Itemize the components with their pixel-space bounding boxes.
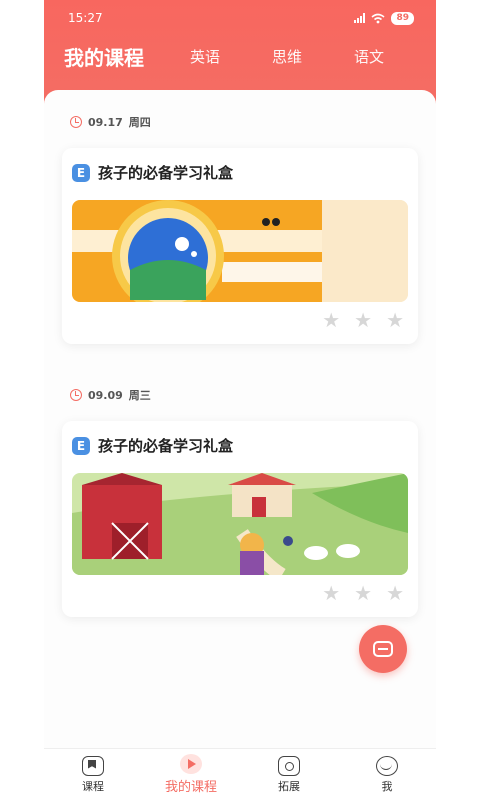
play-icon (180, 754, 202, 774)
course-card[interactable]: E 孩子的必备学习礼盒 ★ ★ ★ (62, 421, 418, 617)
english-badge-icon: E (72, 436, 90, 455)
nav-label: 我 (381, 779, 393, 793)
course-weekday: 周三 (128, 389, 151, 402)
profile-icon (376, 755, 398, 776)
star-icon: ★ (322, 308, 341, 332)
rating-stars: ★ ★ ★ (322, 310, 404, 330)
expand-icon (278, 755, 300, 776)
tab-my-courses[interactable]: 我的课程 (64, 42, 144, 71)
course-date: 09.17 (88, 115, 123, 129)
battery-icon: 89 (391, 11, 414, 25)
english-badge-icon: E (72, 163, 90, 182)
date-row: 09.17 周四 (70, 114, 151, 130)
nav-item-expand[interactable]: 拓展 (240, 749, 338, 800)
signal-icon (354, 13, 366, 23)
tab-chinese[interactable]: 语文 (354, 46, 384, 67)
course-date: 09.09 (88, 388, 123, 402)
rating-stars: ★ ★ ★ (322, 583, 404, 603)
nav-label: 课程 (82, 779, 104, 793)
star-icon: ★ (354, 581, 373, 605)
alarm-clock-icon (70, 389, 82, 401)
book-icon (82, 755, 104, 776)
chat-icon (373, 641, 393, 657)
tab-english[interactable]: 英语 (190, 46, 220, 67)
status-bar: 15:27 89 (68, 8, 414, 28)
nav-item-courses[interactable]: 课程 (44, 749, 142, 800)
date-row: 09.09 周三 (70, 387, 151, 403)
app-screen: 15:27 89 我的课程 英语 思维 语文 09.17 周四 E 孩子的必备学… (44, 0, 436, 800)
nav-item-me[interactable]: 我 (338, 749, 436, 800)
star-icon: ★ (386, 581, 404, 605)
alarm-clock-icon (70, 116, 82, 128)
star-icon: ★ (386, 308, 404, 332)
message-button[interactable] (359, 625, 407, 673)
subject-tabs: 我的课程 英语 思维 语文 (64, 40, 408, 72)
bottom-nav: 课程 我的课程 拓展 我 (44, 748, 436, 800)
nav-label: 拓展 (278, 779, 300, 793)
tab-thinking[interactable]: 思维 (272, 46, 302, 67)
course-banner-image (72, 473, 408, 575)
nav-item-my-courses[interactable]: 我的课程 (142, 749, 240, 800)
course-title: 孩子的必备学习礼盒 (98, 164, 234, 182)
wifi-icon (371, 13, 385, 23)
nav-label: 我的课程 (164, 780, 217, 795)
status-time: 15:27 (68, 11, 103, 25)
star-icon: ★ (354, 308, 373, 332)
star-icon: ★ (322, 581, 341, 605)
course-weekday: 周四 (128, 116, 151, 129)
course-card[interactable]: E 孩子的必备学习礼盒 ★ ★ ★ (62, 148, 418, 344)
course-banner-image (72, 200, 408, 302)
course-title: 孩子的必备学习礼盒 (98, 437, 234, 455)
